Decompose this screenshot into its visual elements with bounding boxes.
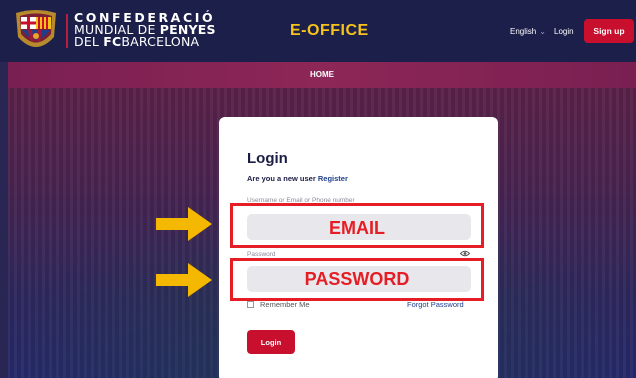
email-annotation-label: EMAIL <box>329 218 385 238</box>
logo-line-3-bold: FC <box>103 34 122 49</box>
remember-me[interactable]: Remember Me <box>247 300 310 309</box>
remember-me-label: Remember Me <box>260 300 310 309</box>
logo-divider <box>66 14 68 48</box>
right-arrow-icon <box>156 207 212 241</box>
right-arrow-icon <box>156 263 212 297</box>
logo-line-3: DEL FCBARCELONA <box>74 34 216 49</box>
password-annotation-box: PASSWORD <box>230 258 484 301</box>
forgot-password-link[interactable]: Forgot Password <box>407 300 464 309</box>
login-title: Login <box>247 150 288 167</box>
left-edge-strip <box>0 62 8 378</box>
signup-button[interactable]: Sign up <box>584 19 634 43</box>
header-login-link[interactable]: Login <box>554 27 574 36</box>
new-user-prompt: Are you a new user Register <box>247 174 348 183</box>
logo-line-3-text: DEL <box>74 34 104 49</box>
password-annotation-label: PASSWORD <box>304 269 410 289</box>
main-navbar: HOME <box>8 62 636 88</box>
nav-item-home[interactable]: HOME <box>8 70 636 79</box>
organization-wordmark: CONFEDERACIÓ MUNDIAL DE PENYES DEL FCBAR… <box>74 11 216 49</box>
fcb-crest-logo-icon[interactable] <box>10 7 62 57</box>
new-user-text: Are you a new user <box>247 174 318 183</box>
show-password-eye-icon[interactable] <box>460 250 470 257</box>
language-label: English <box>510 27 537 36</box>
chevron-down-icon: ⌄ <box>539 27 546 36</box>
site-header: CONFEDERACIÓ MUNDIAL DE PENYES DEL FCBAR… <box>0 0 636 62</box>
login-submit-button[interactable]: Login <box>247 330 295 354</box>
register-link[interactable]: Register <box>318 174 348 183</box>
logo-line-3-suffix: BARCELONA <box>121 34 200 49</box>
password-field-label: Password <box>247 251 276 258</box>
language-selector[interactable]: English ⌄ <box>510 27 546 36</box>
app-title: E-OFFICE <box>290 22 369 39</box>
remember-me-checkbox[interactable] <box>247 301 254 308</box>
email-annotation-box: EMAIL <box>230 203 484 248</box>
